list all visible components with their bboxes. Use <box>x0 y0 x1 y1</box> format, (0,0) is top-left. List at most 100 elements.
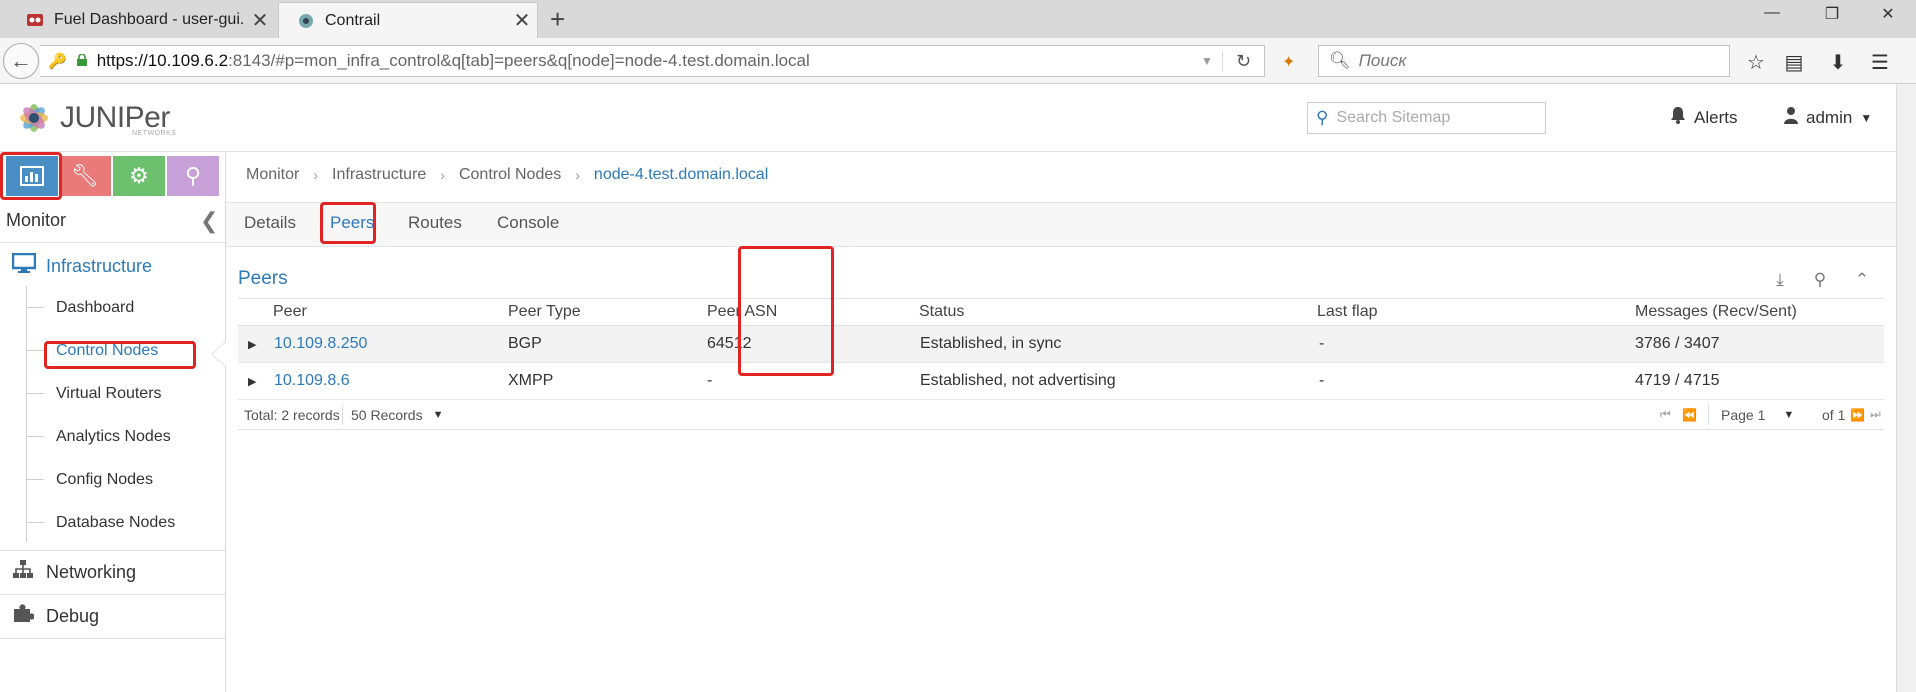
table-header: Peer Peer Type Peer ASN Status Last flap… <box>238 298 1884 326</box>
close-tab-icon[interactable]: ✕ <box>507 8 537 33</box>
sidebar-item-config-nodes[interactable]: Config Nodes <box>26 458 225 501</box>
minimize-icon[interactable]: — <box>1752 4 1792 22</box>
reload-icon[interactable]: ↻ <box>1222 50 1264 72</box>
total-records: Total: 2 records <box>244 406 340 423</box>
browser-search-input[interactable]: 🔍︎ Поиск <box>1318 45 1730 77</box>
query-button[interactable]: ⚲ <box>167 156 219 196</box>
sidebar-item-label: Virtual Routers <box>56 384 162 402</box>
puzzle-icon <box>12 603 46 629</box>
search-icon: ⚲ <box>1316 108 1329 127</box>
address-bar[interactable]: 🔑 https://10.109.6.2:8143/#p=mon_infra_c… <box>40 45 1265 77</box>
sidebar-item-label: Config Nodes <box>56 470 153 488</box>
menu-buttons: 🔧︎ ⚙ ⚲ <box>0 152 226 200</box>
breadcrumb-monitor[interactable]: Monitor <box>246 166 299 184</box>
sidebar-item-infrastructure[interactable]: Infrastructure <box>0 244 225 288</box>
menu-icon[interactable]: ☰ <box>1866 50 1894 75</box>
sidebar-item-label: Database Nodes <box>56 513 176 531</box>
peers-panel-title: Peers <box>238 268 288 289</box>
search-placeholder: Поиск <box>1358 51 1407 70</box>
browser-tab-fuel[interactable]: Fuel Dashboard - user-gui... ✕ <box>8 2 275 38</box>
tab-console[interactable]: Console <box>497 213 559 233</box>
page-select[interactable]: Page 1 ▼ <box>1708 405 1794 425</box>
last-flap-cell: - <box>1319 372 1325 389</box>
close-tab-icon[interactable]: ✕ <box>245 8 275 33</box>
window-close-icon[interactable]: ✕ <box>1868 4 1908 24</box>
settings-button[interactable]: ⚙ <box>113 156 165 196</box>
app-header: JUNIPer NETWORKS ⚲ Search Sitemap Alerts… <box>0 84 1896 152</box>
url-dropdown-icon[interactable]: ▼ <box>1192 54 1222 68</box>
table-row[interactable]: ▶ 10.109.8.250 BGP 64512 Established, in… <box>238 326 1884 363</box>
restore-icon[interactable]: ❐ <box>1812 4 1852 24</box>
bookmark-star-icon[interactable]: ☆ <box>1742 50 1770 75</box>
status-cell: Established, not advertising <box>920 372 1116 389</box>
chevron-right-icon: › <box>575 167 580 183</box>
bell-icon <box>1670 106 1686 129</box>
messages-cell: 4719 / 4715 <box>1635 372 1720 389</box>
page-size-select[interactable]: 50 Records ▼ <box>342 405 443 425</box>
sidebar-item-control-nodes[interactable]: Control Nodes <box>26 329 225 372</box>
browser-tab-contrail[interactable]: Contrail ✕ <box>278 2 538 38</box>
breadcrumb-control-nodes[interactable]: Control Nodes <box>459 166 561 184</box>
sitemap-search-input[interactable]: ⚲ Search Sitemap <box>1307 102 1546 134</box>
tab-details[interactable]: Details <box>244 213 296 233</box>
sidebar-item-label: Dashboard <box>56 298 135 316</box>
expand-row-icon[interactable]: ▶ <box>248 363 256 399</box>
sidebar-item-dashboard[interactable]: Dashboard <box>26 286 225 329</box>
extension-icon[interactable]: ✦ <box>1282 52 1304 71</box>
sidebar-item-label: Control Nodes <box>56 341 159 359</box>
lock-icon <box>76 53 87 69</box>
last-page-icon[interactable]: ⏭ <box>1870 400 1881 429</box>
page-size-value: 50 Records <box>351 407 423 423</box>
alerts-button[interactable]: Alerts <box>1670 106 1737 129</box>
configure-button[interactable]: 🔧︎ <box>59 156 111 196</box>
export-icon[interactable]: ⤓ <box>1768 270 1792 290</box>
reading-list-icon[interactable]: ▤ <box>1780 50 1808 75</box>
column-header-last-flap[interactable]: Last flap <box>1317 299 1377 325</box>
tab-routes[interactable]: Routes <box>408 213 462 233</box>
column-header-peer-type[interactable]: Peer Type <box>508 299 581 325</box>
table-row[interactable]: ▶ 10.109.8.6 XMPP - Established, not adv… <box>238 363 1884 400</box>
peer-link[interactable]: 10.109.8.250 <box>274 326 367 362</box>
expand-row-icon[interactable]: ▶ <box>248 326 256 362</box>
chevron-up-icon[interactable]: ⌃ <box>1850 270 1874 290</box>
collapse-sidebar-icon[interactable]: ❮ <box>200 208 218 234</box>
page-scrollbar[interactable] <box>1896 84 1916 692</box>
tab-peers[interactable]: Peers <box>330 213 374 233</box>
user-menu[interactable]: admin ▼ <box>1784 106 1872 129</box>
sidebar-item-analytics-nodes[interactable]: Analytics Nodes <box>26 415 225 458</box>
user-label: admin <box>1806 107 1853 127</box>
sidebar-item-debug[interactable]: Debug <box>0 594 225 638</box>
column-header-peer[interactable]: Peer <box>273 299 307 325</box>
search-icon: 🔍︎ <box>1329 51 1351 70</box>
peer-link[interactable]: 10.109.8.6 <box>274 363 350 399</box>
peer-asn-cell: 64512 <box>707 335 752 352</box>
download-icon[interactable]: ⬇ <box>1824 50 1852 75</box>
column-header-peer-asn[interactable]: Peer ASN <box>707 299 777 325</box>
peers-table: Peer Peer Type Peer ASN Status Last flap… <box>238 298 1884 430</box>
juniper-logo[interactable]: JUNIPer NETWORKS <box>14 98 176 138</box>
next-page-icon[interactable]: ⏩ <box>1850 400 1865 429</box>
peer-asn-cell: - <box>707 372 713 389</box>
peer-type-cell: BGP <box>508 335 542 352</box>
first-page-icon[interactable]: ⏮ <box>1660 400 1671 429</box>
logo-text: JUNIPer <box>60 101 170 134</box>
sidebar-item-virtual-routers[interactable]: Virtual Routers <box>26 372 225 415</box>
breadcrumb-node[interactable]: node-4.test.domain.local <box>594 166 768 184</box>
column-header-status[interactable]: Status <box>919 299 964 325</box>
grid-search-icon[interactable]: ⚲ <box>1808 270 1832 290</box>
column-header-messages[interactable]: Messages (Recv/Sent) <box>1635 299 1797 325</box>
sidebar-item-database-nodes[interactable]: Database Nodes <box>26 501 225 544</box>
last-flap-cell: - <box>1319 335 1325 352</box>
sidebar-item-networking[interactable]: Networking <box>0 550 225 594</box>
caret-down-icon: ▼ <box>1860 110 1873 125</box>
fuel-favicon-icon <box>26 11 44 29</box>
monitor-icon <box>11 252 46 279</box>
prev-page-icon[interactable]: ⏪ <box>1682 400 1697 429</box>
back-button[interactable]: ← <box>3 43 39 79</box>
sidebar-item-label: Analytics Nodes <box>56 427 171 445</box>
breadcrumb-infrastructure[interactable]: Infrastructure <box>332 166 426 184</box>
sidebar-item-label: Infrastructure <box>46 255 153 276</box>
new-tab-icon[interactable]: + <box>550 4 565 35</box>
monitor-button[interactable] <box>6 156 58 196</box>
contrail-favicon-icon <box>297 12 315 30</box>
